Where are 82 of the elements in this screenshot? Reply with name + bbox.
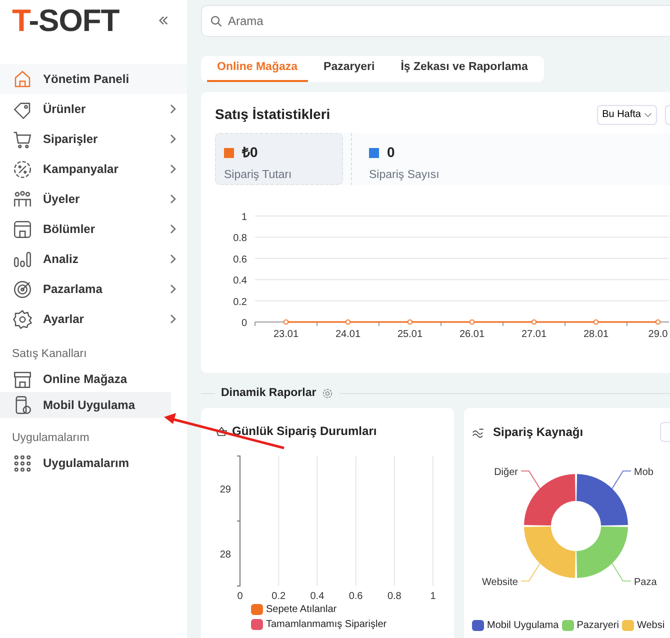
legend-label: Sepete Atılanlar <box>266 603 337 618</box>
data-point <box>283 319 289 325</box>
menu-item[interactable]: Pazarlama <box>0 274 187 304</box>
axis-tick-label: 23.01 <box>273 329 299 340</box>
menu-item[interactable]: Online Mağaza <box>0 366 187 392</box>
metric-tile[interactable]: 0 Sipariş Sayısı <box>360 133 488 185</box>
card-title: Günlük Sipariş Durumları <box>232 423 377 440</box>
legend-label: Websi <box>636 619 665 634</box>
menu-item[interactable]: Mobil Uygulama <box>0 392 171 418</box>
data-point <box>593 319 599 325</box>
axis-tick-label: 24.01 <box>335 329 361 340</box>
axis-tick-label: 1 <box>241 212 247 223</box>
axis-tick-label: 0.6 <box>233 254 247 266</box>
menu-item[interactable]: Analiz <box>0 244 187 274</box>
axis-tick-label: 0.8 <box>387 591 402 602</box>
slice-label: Paza <box>634 577 657 588</box>
axis-tick-label: 0.6 <box>348 591 363 602</box>
axis-tick-label: 27.01 <box>521 329 547 340</box>
legend-label: Tamamlanmamış Siparişler <box>266 618 387 632</box>
basket-icon <box>215 424 228 438</box>
card-title: Sipariş Kaynağı <box>493 424 584 442</box>
target-icon <box>12 278 33 300</box>
tab[interactable]: Pazaryeri <box>314 56 385 82</box>
caret-icon <box>644 112 652 118</box>
data-point <box>531 319 537 325</box>
search-icon <box>210 15 222 27</box>
axis-tick-label: 1 <box>430 591 436 602</box>
axis-tick-label: 29 <box>220 484 231 496</box>
menu-item[interactable]: Yönetim Paneli <box>0 64 187 94</box>
metric-label: Sipariş Sayısı <box>369 168 440 183</box>
settings-icon[interactable] <box>322 388 334 400</box>
menu-item[interactable]: Ürünler <box>0 94 187 124</box>
slice-label: Mob <box>634 467 654 478</box>
metric-tile[interactable]: ₺0 Sipariş Tutarı <box>215 133 343 185</box>
settings-icon <box>12 308 33 330</box>
data-point <box>469 319 475 325</box>
menu-item[interactable]: Kampanyalar <box>0 154 187 184</box>
slice-label: Diğer <box>494 467 518 478</box>
metric-value: 0 <box>387 143 395 162</box>
collapse-icon[interactable] <box>158 15 169 26</box>
axis-tick-label: 25.01 <box>397 329 423 340</box>
home-icon <box>12 68 33 90</box>
axis-tick-label: 0.8 <box>233 233 247 244</box>
logo: T-SOFT <box>12 5 120 36</box>
axis-tick-label: 28 <box>220 550 231 561</box>
legend-label: Pazaryeri <box>576 619 619 634</box>
menu-item[interactable]: Siparişler <box>0 124 187 154</box>
users-icon <box>12 188 33 210</box>
data-point <box>407 319 413 325</box>
section-heading: Uygulamalarım <box>11 431 90 446</box>
card-title: Satış İstatistikleri <box>215 105 330 124</box>
menu-item[interactable]: Uygulamalarım <box>0 450 187 476</box>
donut-slice <box>576 474 628 526</box>
menu-item[interactable]: Üyeler <box>0 184 187 214</box>
legend-label: Mobil Uygulama <box>487 619 559 634</box>
metric-label: Sipariş Tutarı <box>224 168 293 183</box>
axis-tick-label: 0.4 <box>233 276 247 287</box>
axis-tick-label: 26.01 <box>459 329 485 340</box>
tab[interactable]: İş Zekası ve Raporlama <box>390 56 538 82</box>
search-field[interactable]: Arama <box>201 5 670 37</box>
data-point <box>345 319 351 325</box>
layout-icon <box>12 218 33 240</box>
axis-tick-label: 28.01 <box>583 329 609 340</box>
axis-tick-label: 0.2 <box>233 296 247 308</box>
menu-item[interactable]: Ayarlar <box>0 304 187 334</box>
donut-slice <box>524 526 576 578</box>
axis-tick-label: 0 <box>237 591 243 602</box>
donut-slice <box>576 526 628 578</box>
apps-icon <box>12 452 33 474</box>
period-dropdown[interactable]: Bu Hafta <box>597 104 657 124</box>
metric-value: ₺0 <box>242 143 258 162</box>
axis-tick-label: 0.2 <box>272 591 286 602</box>
donut-slice <box>524 474 576 526</box>
section-heading: Satış Kanalları <box>11 347 88 362</box>
discount-icon <box>12 158 33 180</box>
section-heading: Dinamik Raporlar <box>221 386 316 401</box>
axis-tick-label: 0.4 <box>310 591 324 602</box>
slice-label: Website <box>482 577 518 588</box>
axis-tick-label: 0 <box>241 318 247 329</box>
axis-tick-label: 29.0 <box>648 329 668 340</box>
data-point <box>655 319 661 325</box>
menu-item[interactable]: Bölümler <box>0 214 187 244</box>
